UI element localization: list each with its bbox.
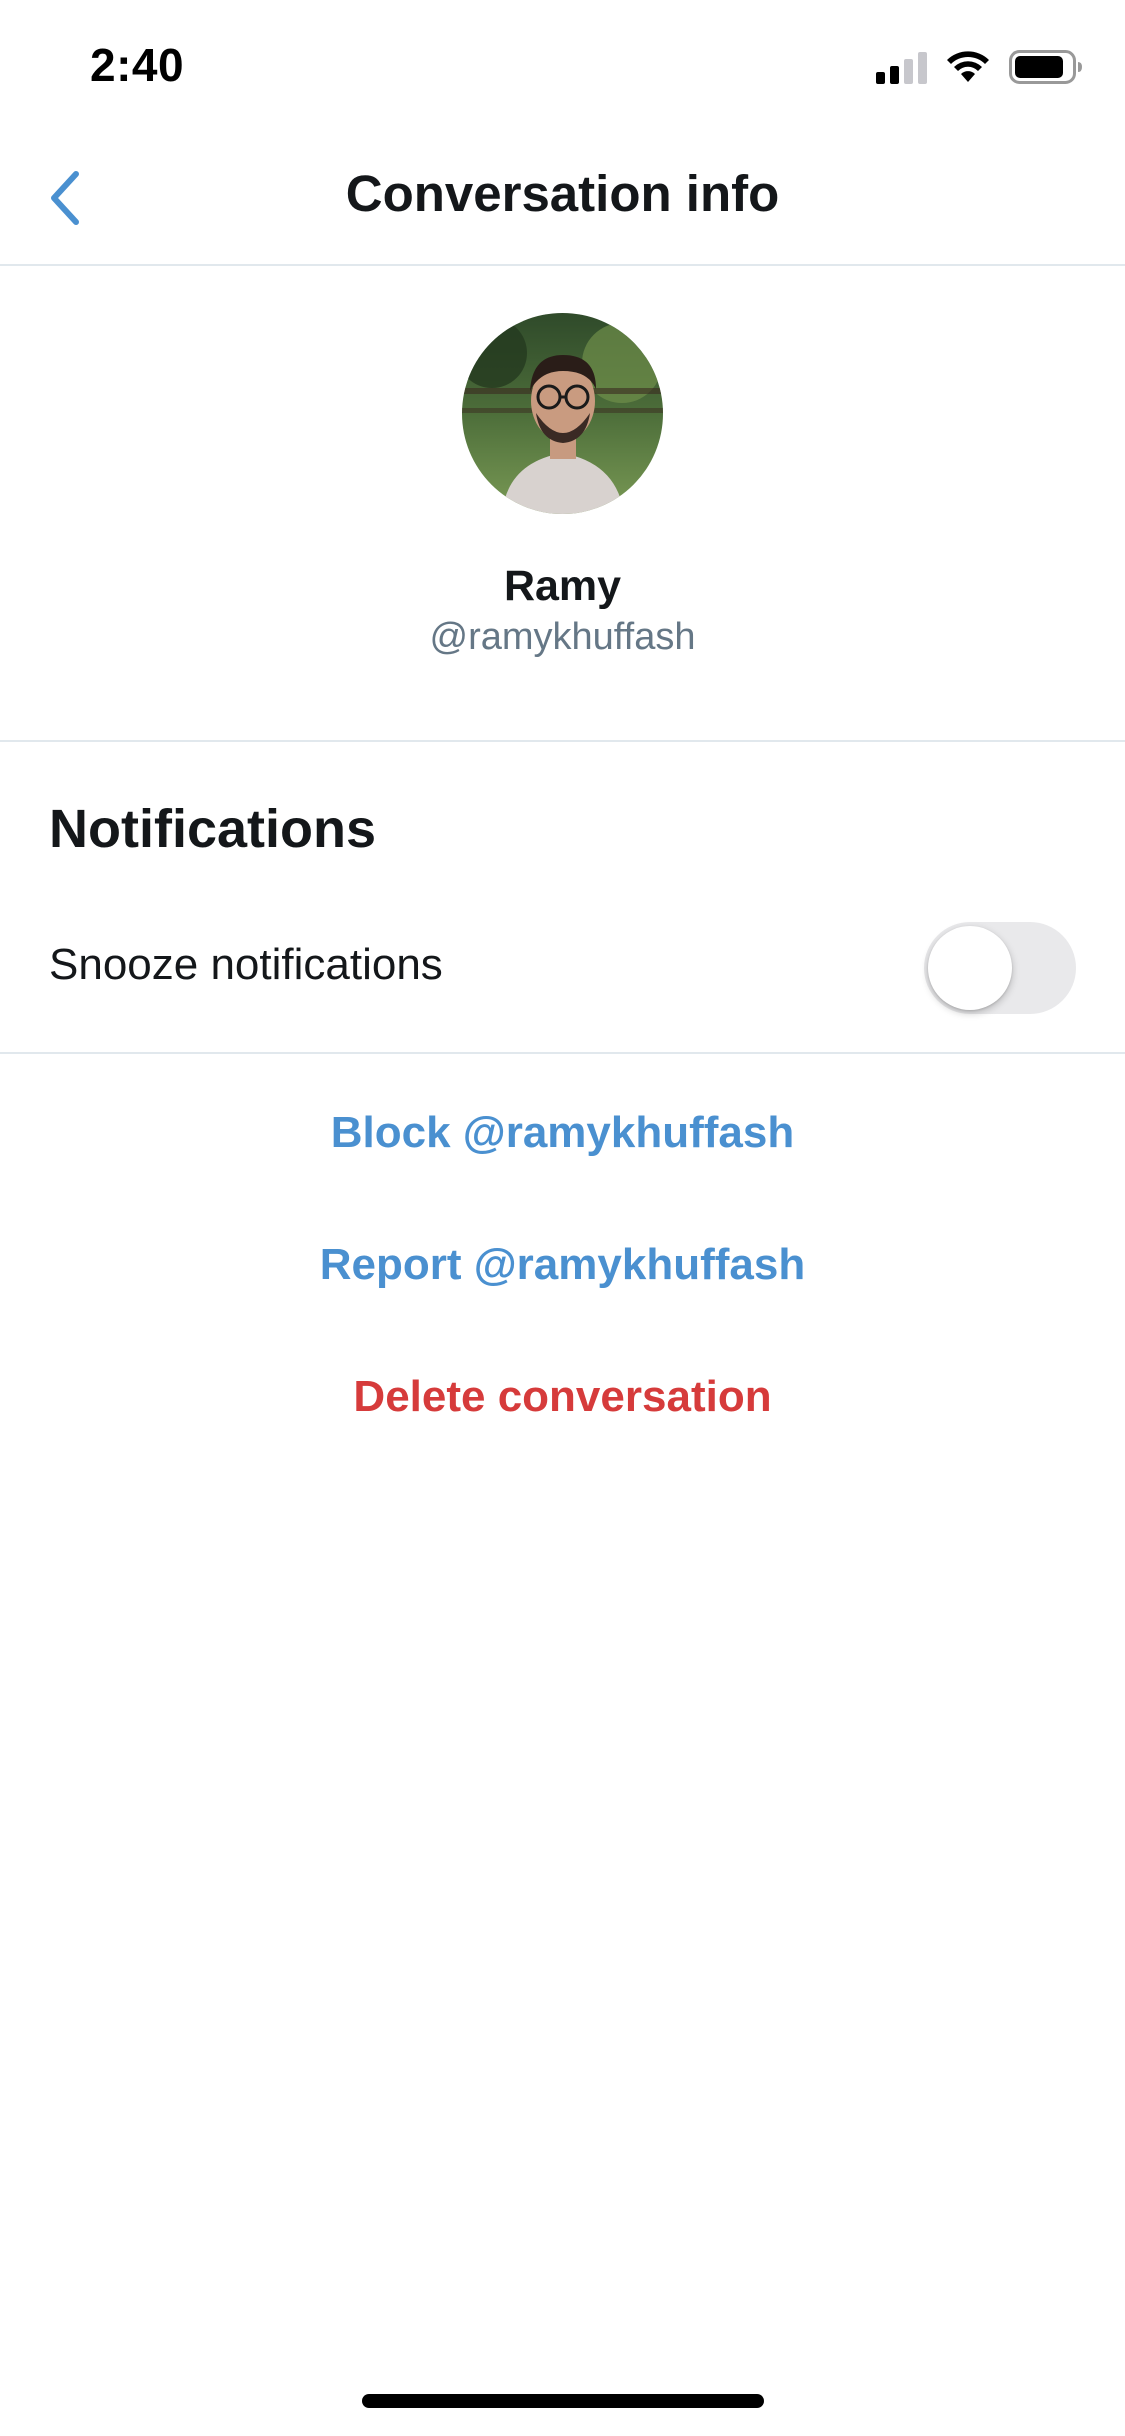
battery-icon — [1009, 50, 1082, 84]
profile-handle: @ramykhuffash — [429, 616, 696, 658]
snooze-notifications-row: Snooze notifications — [0, 912, 1125, 1022]
status-time: 2:40 — [90, 39, 185, 91]
wifi-icon — [947, 51, 989, 82]
home-indicator — [362, 2394, 764, 2408]
profile-name: Ramy — [503, 562, 622, 610]
report-user-button[interactable]: Report @ramykhuffash — [0, 1240, 1125, 1290]
snooze-notifications-toggle[interactable] — [924, 922, 1076, 1014]
snooze-notifications-label: Snooze notifications — [49, 940, 443, 989]
status-icons — [876, 50, 1083, 84]
toggle-knob — [928, 926, 1012, 1010]
nav-bar: Conversation info — [0, 132, 1125, 266]
signal-icon — [876, 50, 927, 84]
profile-section: Ramy @ramykhuffash — [0, 266, 1125, 742]
notifications-heading: Notifications — [49, 799, 377, 859]
status-bar: 2:40 — [0, 0, 1125, 132]
delete-conversation-button[interactable]: Delete conversation — [0, 1372, 1125, 1422]
notifications-section: Notifications Snooze notifications — [0, 742, 1125, 1054]
page-title: Conversation info — [345, 165, 780, 222]
block-user-button[interactable]: Block @ramykhuffash — [0, 1108, 1125, 1158]
avatar[interactable] — [462, 313, 663, 514]
